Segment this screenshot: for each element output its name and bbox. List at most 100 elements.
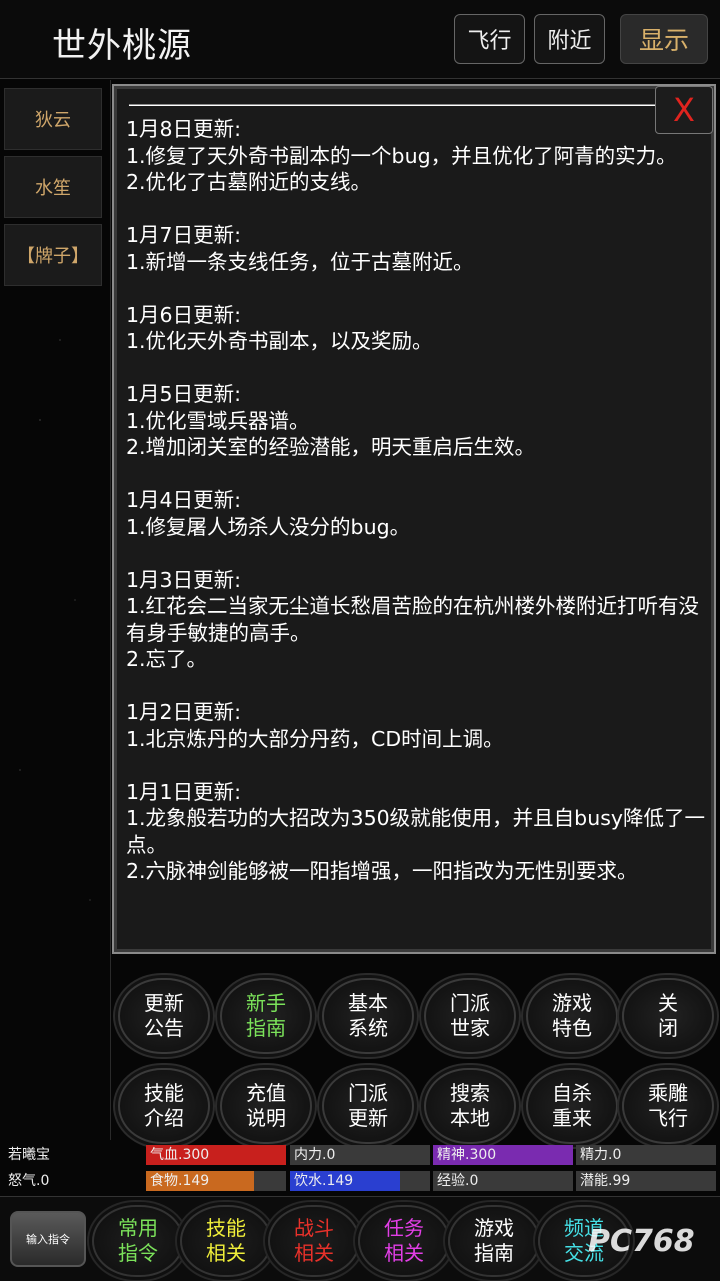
bottom-button-2[interactable]: 战斗 相关 bbox=[268, 1205, 360, 1277]
label-line-1: 门派 bbox=[348, 1081, 388, 1105]
update-line: 1.修复了天外奇书副本的一个bug，并且优化了阿青的实力。 bbox=[126, 143, 677, 168]
label-line-1: 新手 bbox=[246, 991, 286, 1015]
bottom-button-1[interactable]: 技能 相关 bbox=[180, 1205, 272, 1277]
command-input-button[interactable]: 输入指令 bbox=[10, 1211, 86, 1267]
bottom-button-3[interactable]: 任务 相关 bbox=[358, 1205, 450, 1277]
update-line: 1.龙象般若功的大招改为350级就能使用，并且自busy降低了一点。 bbox=[126, 806, 706, 857]
menu-button-label: 自杀 重来 bbox=[552, 1081, 592, 1131]
bottom-button-4[interactable]: 游戏 指南 bbox=[448, 1205, 540, 1277]
jingshen-value: 精神.300 bbox=[437, 1147, 497, 1163]
label-line-1: 技能 bbox=[144, 1081, 184, 1105]
update-line: 2.忘了。 bbox=[126, 647, 208, 671]
neili-value: 内力.0 bbox=[294, 1147, 336, 1163]
update-line: 1.红花会二当家无尘道长愁眉苦脸的在杭州楼外楼附近打听有没有身手敏捷的高手。 bbox=[126, 594, 700, 645]
menu-button-label: 更新 公告 bbox=[144, 991, 184, 1041]
menu-button-row1-3[interactable]: 门派 世家 bbox=[424, 978, 516, 1054]
location-title: 世外桃源 bbox=[52, 26, 192, 66]
menu-button-label: 基本 系统 bbox=[348, 991, 388, 1041]
label-line-2: 介绍 bbox=[144, 1106, 184, 1130]
bottom-button-label: 技能 相关 bbox=[206, 1216, 246, 1266]
label-line-1: 游戏 bbox=[552, 991, 592, 1015]
potential-value: 潜能.99 bbox=[580, 1173, 631, 1189]
update-entry: 1月7日更新: 1.新增一条支线任务，位于古墓附近。 bbox=[126, 222, 706, 275]
label-line-1: 基本 bbox=[348, 991, 388, 1015]
bottom-button-label: 战斗 相关 bbox=[294, 1216, 334, 1266]
label-line-2: 相关 bbox=[384, 1241, 424, 1265]
menu-grid: 更新 公告 新手 指南 基本 系统 门派 世家 游戏 特色关闭技能 介绍 充值 说明 门派 更新 搜索 本地 自杀… bbox=[112, 960, 720, 1144]
label-line-1: 技能 bbox=[206, 1216, 246, 1240]
update-line: 2.优化了古墓附近的支线。 bbox=[126, 170, 372, 194]
update-date: 1月8日更新: bbox=[126, 117, 241, 141]
status-panel: 若曦宝 怒气.0 气血.300 内力.0 精神.300 精力.0 食物.149 … bbox=[0, 1143, 720, 1195]
menu-button-label: 关闭 bbox=[658, 991, 678, 1041]
menu-button-label: 游戏 特色 bbox=[552, 991, 592, 1041]
update-entry: 1月4日更新: 1.修复屠人场杀人没分的bug。 bbox=[126, 487, 706, 540]
label-line-1: 常用 bbox=[118, 1216, 158, 1240]
menu-button-row1-0[interactable]: 更新 公告 bbox=[118, 978, 210, 1054]
menu-button-row2-3[interactable]: 搜索 本地 bbox=[424, 1068, 516, 1144]
bottom-button-0[interactable]: 常用 指令 bbox=[92, 1205, 184, 1277]
update-entry: 1月2日更新: 1.北京炼丹的大部分丹药，CD时间上调。 bbox=[126, 699, 706, 752]
fly-button[interactable]: 飞行 bbox=[454, 14, 525, 64]
label-line-1: 更新 bbox=[144, 991, 184, 1015]
menu-button-label: 搜索 本地 bbox=[450, 1081, 490, 1131]
menu-button-label: 乘雕 飞行 bbox=[648, 1081, 688, 1131]
label-line-2: 闭 bbox=[658, 1016, 678, 1040]
label-line-2: 飞行 bbox=[648, 1106, 688, 1130]
update-line: 2.六脉神剑能够被一阳指增强，一阳指改为无性别要求。 bbox=[126, 859, 638, 883]
update-line: 1.新增一条支线任务，位于古墓附近。 bbox=[126, 249, 474, 274]
npc-item-diyun[interactable]: 狄云 bbox=[4, 88, 102, 150]
update-line: 1.优化天外奇书副本，以及奖励。 bbox=[126, 329, 433, 353]
menu-button-row1-5[interactable]: 关闭 bbox=[622, 978, 714, 1054]
bottom-button-label: 任务 相关 bbox=[384, 1216, 424, 1266]
hp-value: 气血.300 bbox=[150, 1147, 210, 1163]
menu-button-row2-4[interactable]: 自杀 重来 bbox=[526, 1068, 618, 1144]
label-line-1: 任务 bbox=[384, 1216, 424, 1240]
exp-value: 经验.0 bbox=[437, 1173, 479, 1189]
menu-button-row2-1[interactable]: 充值 说明 bbox=[220, 1068, 312, 1144]
show-button[interactable]: 显示 bbox=[620, 14, 708, 64]
npc-item-shuisheng[interactable]: 水笙 bbox=[4, 156, 102, 218]
label-line-2: 相关 bbox=[294, 1241, 334, 1265]
update-entry: 1月1日更新: 1.龙象般若功的大招改为350级就能使用，并且自busy降低了一点… bbox=[126, 779, 706, 885]
update-entry: 1月8日更新: 1.修复了天外奇书副本的一个bug，并且优化了阿青的实力。 2.优化… bbox=[126, 116, 706, 196]
npc-list: 狄云 水笙 【牌子】 bbox=[0, 80, 111, 1140]
food-value: 食物.149 bbox=[150, 1173, 210, 1189]
menu-button-label: 新手 指南 bbox=[246, 991, 286, 1041]
rage-value: 怒气.0 bbox=[8, 1173, 50, 1189]
label-line-2: 公告 bbox=[144, 1016, 184, 1040]
menu-button-row1-1[interactable]: 新手 指南 bbox=[220, 978, 312, 1054]
menu-button-label: 充值 说明 bbox=[246, 1081, 286, 1131]
label-line-1: 关 bbox=[658, 991, 678, 1015]
update-line: 1.修复屠人场杀人没分的bug。 bbox=[126, 514, 411, 539]
label-line-2: 系统 bbox=[348, 1016, 388, 1040]
update-date: 1月5日更新: bbox=[126, 382, 241, 406]
label-line-2: 指南 bbox=[474, 1241, 514, 1265]
label-line-2: 世家 bbox=[450, 1016, 490, 1040]
bottom-button-label: 游戏 指南 bbox=[474, 1216, 514, 1266]
menu-button-row2-0[interactable]: 技能 介绍 bbox=[118, 1068, 210, 1144]
label-line-1: 充值 bbox=[246, 1081, 286, 1105]
npc-item-sign[interactable]: 【牌子】 bbox=[4, 224, 102, 286]
menu-button-row2-5[interactable]: 乘雕 飞行 bbox=[622, 1068, 714, 1144]
label-line-1: 门派 bbox=[450, 991, 490, 1015]
label-line-2: 说明 bbox=[246, 1106, 286, 1130]
update-notes: 1月8日更新: 1.修复了天外奇书副本的一个bug，并且优化了阿青的实力。 2.优化… bbox=[126, 116, 706, 911]
watermark-logo: PC768 bbox=[588, 1224, 695, 1259]
label-line-2: 更新 bbox=[348, 1106, 388, 1130]
label-line-2: 本地 bbox=[450, 1106, 490, 1130]
menu-button-row1-2[interactable]: 基本 系统 bbox=[322, 978, 414, 1054]
label-line-2: 重来 bbox=[552, 1106, 592, 1130]
menu-button-row2-2[interactable]: 门派 更新 bbox=[322, 1068, 414, 1144]
menu-button-row1-4[interactable]: 游戏 特色 bbox=[526, 978, 618, 1054]
label-line-1: 乘雕 bbox=[648, 1081, 688, 1105]
label-line-2: 特色 bbox=[552, 1016, 592, 1040]
bottom-button-label: 常用 指令 bbox=[118, 1216, 158, 1266]
water-value: 饮水.149 bbox=[294, 1173, 354, 1189]
jingli-value: 精力.0 bbox=[580, 1147, 622, 1163]
update-entry: 1月3日更新: 1.红花会二当家无尘道长愁眉苦脸的在杭州楼外楼附近打听有没有身手敏… bbox=[126, 567, 706, 673]
nearby-button[interactable]: 附近 bbox=[534, 14, 605, 64]
update-entry: 1月5日更新: 1.优化雪域兵器谱。 2.增加闭关室的经验潜能，明天重启后生效。 bbox=[126, 381, 706, 461]
update-line: 1.优化雪域兵器谱。 bbox=[126, 408, 310, 433]
update-date: 1月3日更新: bbox=[126, 567, 241, 592]
